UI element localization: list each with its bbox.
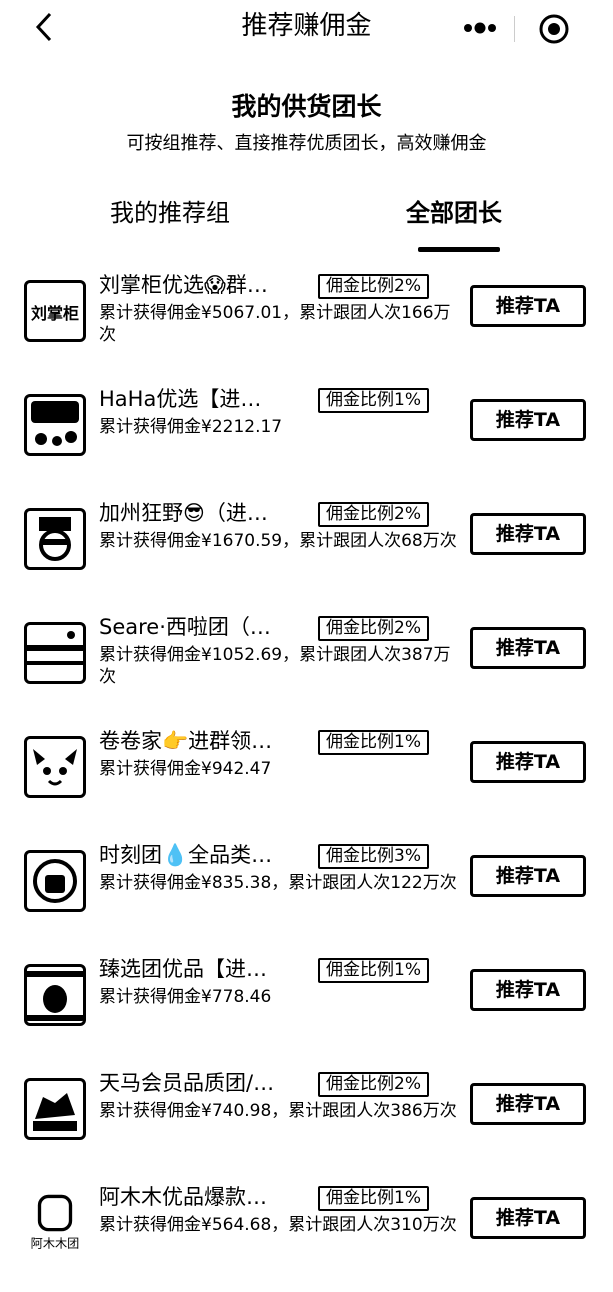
leader-row: 刘掌柜 刘掌柜优选😱群… 佣金比例2% 累计获得佣金¥5067.01，累计跟团人…: [0, 270, 613, 380]
leader-stats: 累计获得佣金¥564.68，累计跟团人次310万次: [99, 1215, 457, 1235]
recommend-button[interactable]: 推荐TA: [470, 1197, 586, 1239]
leader-name: HaHa优选【进…: [99, 387, 262, 411]
commission-badge: 佣金比例2%: [318, 616, 429, 641]
leader-name: 臻选团优品【进…: [99, 957, 267, 981]
tab-all-leaders[interactable]: 全部团长: [406, 196, 502, 230]
leader-stats: 累计获得佣金¥942.47: [99, 759, 272, 779]
recommend-button[interactable]: 推荐TA: [470, 627, 586, 669]
leader-row: 阿木木团 阿木木优品爆款… 佣金比例1% 累计获得佣金¥564.68，累计跟团人…: [0, 1182, 613, 1292]
leader-stats: 累计获得佣金¥740.98，累计跟团人次386万次: [99, 1101, 457, 1121]
commission-badge: 佣金比例1%: [318, 388, 429, 413]
avatar: [24, 508, 86, 570]
navigation-bar: 推荐赚佣金: [0, 0, 613, 56]
leader-name: 时刻团💧全品类…: [99, 843, 273, 867]
section-title: 我的供货团长: [231, 92, 382, 121]
avatar: 阿木木团: [24, 1192, 86, 1254]
close-target-icon[interactable]: [538, 13, 570, 45]
recommend-button[interactable]: 推荐TA: [470, 741, 586, 783]
avatar: [24, 964, 86, 1026]
leader-row: 臻选团优品【进… 佣金比例1% 累计获得佣金¥778.46 推荐TA: [0, 954, 613, 1064]
leader-stats: 累计获得佣金¥1670.59，累计跟团人次68万次: [99, 531, 457, 551]
leader-stats: 累计获得佣金¥5067.01，累计跟团人次166万次: [99, 303, 451, 345]
active-tab-indicator: [418, 247, 500, 252]
commission-badge: 佣金比例1%: [318, 730, 429, 755]
commission-badge: 佣金比例1%: [318, 958, 429, 983]
capsule-divider: [514, 16, 515, 42]
leader-name: Seare·西啦团（…: [99, 615, 271, 639]
leader-name: 刘掌柜优选😱群…: [99, 273, 268, 297]
commission-badge: 佣金比例2%: [318, 274, 429, 299]
leader-name: 卷卷家👉进群领…: [99, 729, 273, 753]
leader-stats: 累计获得佣金¥778.46: [99, 987, 272, 1007]
tab-my-groups[interactable]: 我的推荐组: [110, 196, 230, 230]
commission-badge: 佣金比例2%: [318, 502, 429, 527]
recommend-button[interactable]: 推荐TA: [470, 1083, 586, 1125]
leader-name: 加州狂野😎（进…: [99, 501, 268, 525]
avatar-text: 阿木木团: [31, 1236, 80, 1250]
leader-row: 时刻团💧全品类… 佣金比例3% 累计获得佣金¥835.38，累计跟团人次122万…: [0, 840, 613, 950]
avatar: 刘掌柜: [24, 280, 86, 342]
recommend-button[interactable]: 推荐TA: [470, 969, 586, 1011]
leader-row: HaHa优选【进… 佣金比例1% 累计获得佣金¥2212.17 推荐TA: [0, 384, 613, 494]
leader-row: 卷卷家👉进群领… 佣金比例1% 累计获得佣金¥942.47 推荐TA: [0, 726, 613, 836]
avatar-text: 刘掌柜: [31, 304, 79, 323]
recommend-button[interactable]: 推荐TA: [470, 399, 586, 441]
avatar: [24, 394, 86, 456]
recommend-button[interactable]: 推荐TA: [470, 855, 586, 897]
avatar: [24, 736, 86, 798]
avatar: [24, 1078, 86, 1140]
leader-row: 加州狂野😎（进… 佣金比例2% 累计获得佣金¥1670.59，累计跟团人次68万…: [0, 498, 613, 608]
avatar: [24, 622, 86, 684]
commission-badge: 佣金比例2%: [318, 1072, 429, 1097]
leader-stats: 累计获得佣金¥2212.17: [99, 417, 283, 437]
leader-row: Seare·西啦团（… 佣金比例2% 累计获得佣金¥1052.69，累计跟团人次…: [0, 612, 613, 722]
recommend-button[interactable]: 推荐TA: [470, 285, 586, 327]
recommend-button[interactable]: 推荐TA: [470, 513, 586, 555]
leader-row: 天马会员品质团/… 佣金比例2% 累计获得佣金¥740.98，累计跟团人次386…: [0, 1068, 613, 1178]
mini-program-capsule: [440, 6, 590, 50]
commission-badge: 佣金比例3%: [318, 844, 429, 869]
leader-name: 天马会员品质团/…: [99, 1071, 275, 1095]
leader-name: 阿木木优品爆款…: [99, 1185, 267, 1209]
leader-stats: 累计获得佣金¥835.38，累计跟团人次122万次: [99, 873, 457, 893]
section-subtitle: 可按组推荐、直接推荐优质团长，高效赚佣金: [126, 133, 487, 154]
commission-badge: 佣金比例1%: [318, 1186, 429, 1211]
avatar: [24, 850, 86, 912]
more-dots-icon[interactable]: [452, 14, 508, 42]
leader-stats: 累计获得佣金¥1052.69，累计跟团人次387万次: [99, 645, 451, 687]
